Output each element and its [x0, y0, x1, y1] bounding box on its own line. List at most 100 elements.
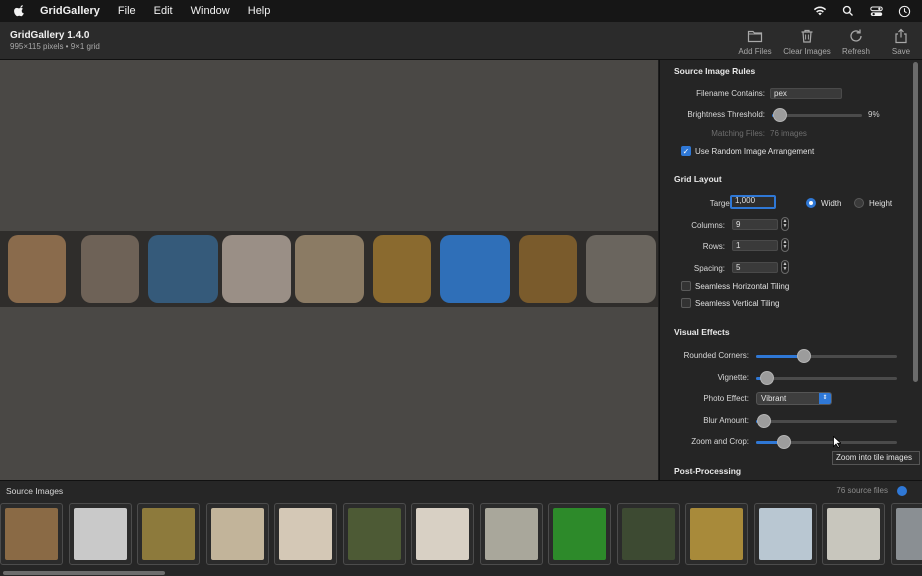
- vertical-tiling-label[interactable]: Seamless Vertical Tiling: [695, 299, 779, 308]
- menu-bar: GridGallery File Edit Window Help: [0, 0, 922, 22]
- chevron-updown-icon: ⇕: [819, 393, 831, 404]
- penguin-photo: [73, 508, 127, 560]
- blur-slider-track[interactable]: [756, 420, 897, 423]
- horizontal-tiling-label[interactable]: Seamless Horizontal Tiling: [695, 282, 789, 291]
- add-files-button[interactable]: Add Files: [729, 28, 781, 58]
- status-area: [812, 3, 912, 19]
- menu-help[interactable]: Help: [248, 5, 271, 17]
- stepper-down-icon: ▼: [782, 223, 788, 229]
- brightness-label: Brightness Threshold:: [687, 110, 765, 119]
- vertical-tiling-checkbox[interactable]: [681, 298, 691, 308]
- wifi-icon[interactable]: [812, 3, 828, 19]
- grid-tile: [440, 235, 510, 303]
- source-thumbnail[interactable]: [342, 503, 406, 565]
- source-thumbnail[interactable]: [411, 503, 474, 565]
- rows-stepper[interactable]: ▲ ▼: [781, 238, 789, 252]
- width-radio[interactable]: [806, 198, 816, 208]
- source-thumbnail[interactable]: [822, 503, 885, 565]
- horizontal-tiling-checkbox[interactable]: [681, 281, 691, 291]
- target-size-input[interactable]: 1,000: [730, 195, 776, 209]
- save-button[interactable]: Save: [875, 28, 922, 58]
- rounded-corners-slider-knob[interactable]: [796, 349, 811, 363]
- control-center-icon[interactable]: [868, 3, 884, 19]
- refresh-icon: [850, 29, 862, 42]
- stepper-down-icon: ▼: [782, 244, 788, 250]
- random-arrangement-checkbox[interactable]: ✓: [681, 146, 691, 156]
- width-radio-label[interactable]: Width: [821, 199, 841, 208]
- source-images-tray: Source Images 76 source files: [0, 480, 922, 576]
- brightness-value: 9%: [868, 110, 880, 119]
- height-radio-label[interactable]: Height: [869, 199, 892, 208]
- menu-edit[interactable]: Edit: [154, 5, 173, 17]
- grid-tile: [519, 235, 577, 303]
- source-rules-heading: Source Image Rules: [674, 66, 756, 76]
- folder-icon: [747, 30, 763, 43]
- search-icon[interactable]: [840, 3, 856, 19]
- source-thumbnail[interactable]: [548, 503, 611, 565]
- spacing-stepper[interactable]: ▲ ▼: [781, 260, 789, 274]
- columns-input[interactable]: 9: [732, 219, 778, 230]
- rounded-corners-slider-track[interactable]: [756, 355, 897, 358]
- menu-window[interactable]: Window: [191, 5, 230, 17]
- source-thumbnail[interactable]: [685, 503, 748, 565]
- elephant-photo: [895, 508, 922, 560]
- panel-scrollbar[interactable]: [913, 62, 918, 382]
- clear-images-button[interactable]: Clear Images: [781, 28, 833, 58]
- grid-tile: [148, 235, 218, 303]
- filename-input[interactable]: pex: [770, 88, 842, 99]
- source-thumbnail[interactable]: [0, 503, 63, 565]
- fox-photo: [142, 508, 195, 560]
- columns-label: Columns:: [691, 221, 725, 230]
- blur-amount-label: Blur Amount:: [703, 416, 749, 425]
- clear-images-label: Clear Images: [783, 47, 831, 56]
- height-radio[interactable]: [854, 198, 864, 208]
- preview-canvas: [0, 60, 658, 480]
- source-files-count: 76 source files: [836, 486, 888, 495]
- window-title: GridGallery 1.4.0: [10, 30, 90, 41]
- clock-icon[interactable]: [896, 3, 912, 19]
- menu-app-name[interactable]: GridGallery: [40, 5, 100, 17]
- photo-effect-value: Vibrant: [761, 394, 787, 403]
- spacing-input[interactable]: 5: [732, 262, 778, 273]
- source-thumbnail[interactable]: [137, 503, 200, 565]
- source-thumbnail[interactable]: [479, 503, 543, 565]
- grid-tile: [81, 235, 139, 303]
- grid-layout-heading: Grid Layout: [674, 174, 722, 184]
- blur-slider-knob[interactable]: [757, 414, 772, 428]
- source-thumbnail[interactable]: [753, 503, 817, 565]
- menu-file[interactable]: File: [118, 5, 136, 17]
- spacing-label: Spacing:: [693, 264, 725, 273]
- refresh-label: Refresh: [841, 47, 870, 56]
- brightness-slider-knob[interactable]: [773, 108, 788, 122]
- share-icon: [895, 28, 907, 44]
- columns-stepper[interactable]: ▲ ▼: [781, 217, 789, 231]
- vignette-slider-track[interactable]: [756, 377, 897, 380]
- grid-tile: [295, 235, 364, 303]
- vignette-label: Vignette:: [717, 373, 749, 382]
- mouse-cursor-icon: [833, 436, 841, 448]
- settings-panel: Source Image Rules Filename Contains: pe…: [659, 60, 922, 480]
- tray-scrollbar[interactable]: [3, 571, 165, 575]
- photo-effect-select[interactable]: Vibrant ⇕: [756, 392, 832, 405]
- status-dot-icon: [897, 486, 907, 496]
- apple-icon[interactable]: [14, 4, 28, 18]
- random-arrangement-label[interactable]: Use Random Image Arrangement: [695, 147, 814, 156]
- crane-photo: [690, 508, 743, 560]
- rows-label: Rows:: [702, 242, 725, 251]
- source-thumbnail[interactable]: [274, 503, 337, 565]
- matching-files-value: 76 images: [770, 129, 807, 138]
- flamingos-photo: [210, 508, 264, 560]
- red-panda-photo: [347, 508, 401, 560]
- stepper-down-icon: ▼: [782, 266, 788, 272]
- rows-input[interactable]: 1: [732, 240, 778, 251]
- grid-tile: [222, 235, 291, 303]
- zoom-crop-slider-knob[interactable]: [777, 435, 792, 449]
- source-thumbnail[interactable]: [68, 503, 132, 565]
- source-thumbnail[interactable]: [616, 503, 680, 565]
- source-thumbnail[interactable]: [890, 503, 922, 565]
- vignette-slider-knob[interactable]: [760, 371, 775, 385]
- meerkat-photo: [5, 508, 58, 560]
- source-thumbnail[interactable]: [205, 503, 269, 565]
- parrot-photo: [553, 508, 606, 560]
- source-images-title: Source Images: [6, 486, 64, 496]
